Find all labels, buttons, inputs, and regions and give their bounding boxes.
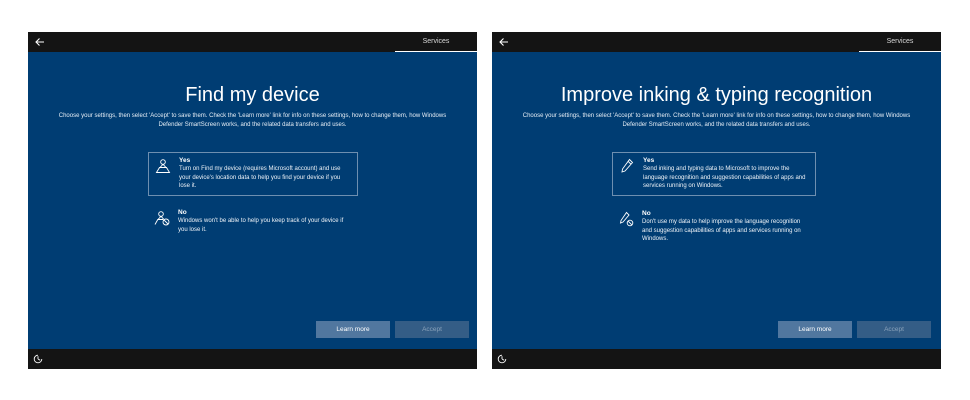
pen-off-icon — [618, 211, 634, 227]
tab-services[interactable]: Services — [395, 32, 477, 52]
page-description: Choose your settings, then select 'Accep… — [522, 113, 911, 128]
option-no-label: No — [642, 210, 651, 217]
page-title: Find my device — [185, 84, 320, 106]
bottom-bar — [492, 349, 941, 369]
back-arrow-icon — [499, 38, 508, 46]
top-bar: Services — [28, 32, 477, 52]
oobe-screen-inking-typing: Services Improve inking & typing recogni… — [492, 32, 941, 369]
option-yes-label: Yes — [643, 157, 655, 164]
back-arrow-icon — [35, 38, 44, 46]
ease-of-access-icon — [33, 354, 43, 364]
option-no[interactable]: No Don't use my data to help improve the… — [612, 206, 816, 248]
location-person-icon — [155, 158, 171, 174]
option-no-text: Windows won't be able to help you keep t… — [178, 218, 344, 233]
back-button[interactable] — [496, 34, 512, 50]
location-person-off-icon — [154, 210, 170, 226]
top-bar: Services — [492, 32, 941, 52]
option-yes-label: Yes — [179, 157, 191, 164]
ease-of-access-button[interactable] — [497, 354, 507, 364]
accept-button[interactable]: Accept — [395, 321, 469, 338]
page-description: Choose your settings, then select 'Accep… — [58, 113, 447, 128]
option-yes[interactable]: Yes Send inking and typing data to Micro… — [612, 152, 816, 196]
bottom-bar — [28, 349, 477, 369]
option-no[interactable]: No Windows won't be able to help you kee… — [148, 205, 358, 238]
option-no-label: No — [178, 209, 187, 216]
option-no-text: Don't use my data to help improve the la… — [642, 219, 801, 242]
page-title: Improve inking & typing recognition — [560, 84, 873, 106]
back-button[interactable] — [32, 34, 48, 50]
tab-services[interactable]: Services — [859, 32, 941, 52]
learn-more-button[interactable]: Learn more — [778, 321, 852, 338]
ease-of-access-icon — [497, 354, 507, 364]
ease-of-access-button[interactable] — [33, 354, 43, 364]
option-yes-text: Send inking and typing data to Microsoft… — [643, 166, 806, 189]
pen-icon — [619, 158, 635, 174]
learn-more-button[interactable]: Learn more — [316, 321, 390, 338]
option-yes-text: Turn on Find my device (requires Microso… — [179, 166, 341, 189]
accept-button[interactable]: Accept — [857, 321, 931, 338]
option-yes[interactable]: Yes Turn on Find my device (requires Mic… — [148, 152, 358, 196]
oobe-screen-find-my-device: Services Find my device Choose your sett… — [28, 32, 477, 369]
